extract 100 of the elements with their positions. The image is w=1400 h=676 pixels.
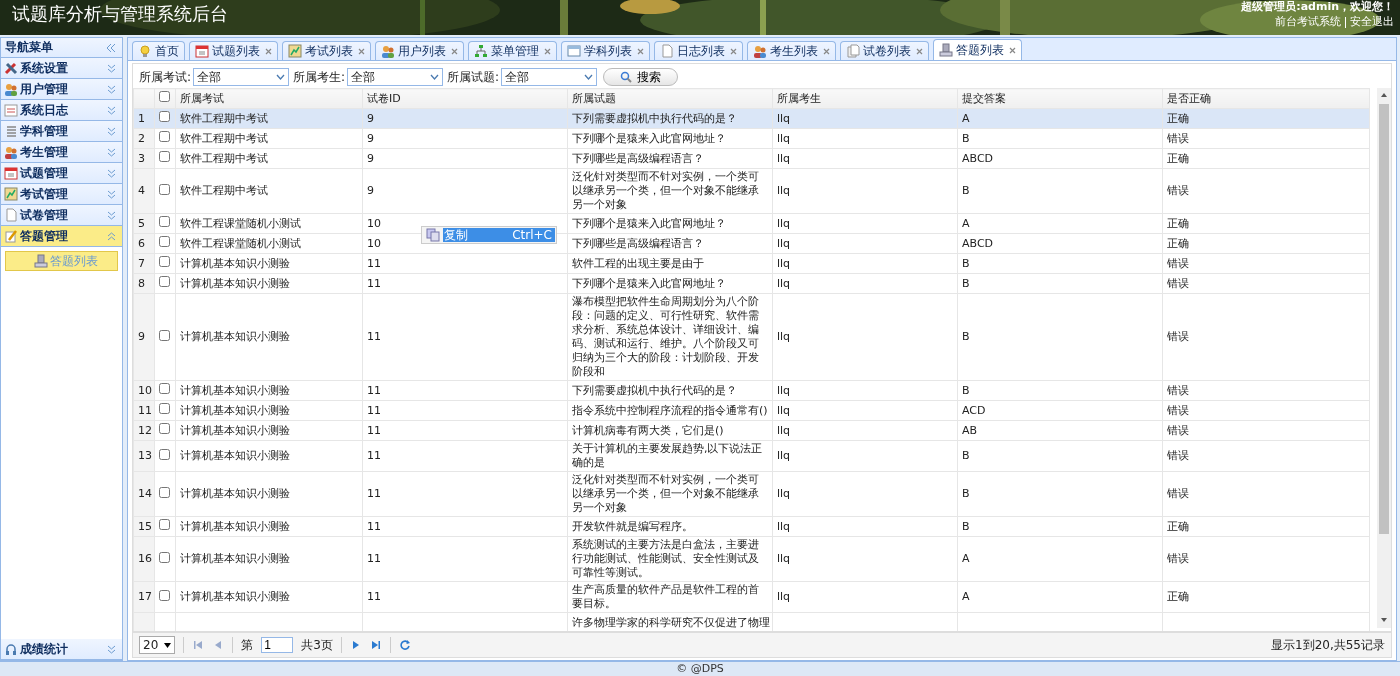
tab[interactable]: 考生列表 (747, 41, 836, 60)
table-cell: 下列哪个是猿来入此官网地址？ (567, 213, 773, 234)
menu-group[interactable]: 试卷管理 (1, 205, 122, 226)
row-checkbox[interactable] (159, 519, 170, 530)
expand-icon (107, 147, 116, 157)
header-link[interactable]: 安全退出 (1350, 14, 1394, 30)
row-checkbox[interactable] (159, 329, 170, 341)
row-number[interactable]: 6 (133, 233, 155, 254)
row-number[interactable]: 14 (133, 471, 155, 517)
row-checkbox[interactable] (159, 403, 170, 414)
tab[interactable]: 首页 (132, 41, 185, 60)
filter-label: 所属考试: (139, 68, 192, 86)
row-checkbox[interactable] (159, 216, 170, 227)
row-checkbox[interactable] (159, 131, 170, 142)
row-number[interactable]: 11 (133, 400, 155, 421)
users-icon (753, 44, 767, 58)
menu-group[interactable]: 试题管理 (1, 163, 122, 184)
tab[interactable]: 试卷列表 (840, 41, 929, 60)
tab[interactable]: 用户列表 (375, 41, 464, 60)
tab[interactable]: 考试列表 (282, 41, 371, 60)
table-cell: 泛化针对类型而不针对实例，一个类可以继承另一个类，但一个对象不能继承另一个对象 (567, 471, 773, 517)
row-checkbox[interactable] (159, 486, 170, 498)
tab[interactable]: 答题列表 (933, 39, 1022, 60)
header-link[interactable]: 前台考试系统 (1275, 14, 1341, 30)
row-number[interactable]: 10 (133, 380, 155, 401)
column-header[interactable]: 提交答案 (957, 88, 1163, 109)
row-number[interactable]: 3 (133, 148, 155, 169)
select-all-checkbox[interactable] (159, 91, 170, 102)
column-header[interactable]: 所属考生 (772, 88, 958, 109)
filter-dropdown[interactable]: 全部 (193, 68, 290, 86)
table-cell: A (957, 213, 1163, 234)
page-size-dropdown[interactable]: 20 (139, 636, 176, 654)
tools-icon (4, 61, 18, 75)
row-number[interactable]: 4 (133, 168, 155, 214)
search-button[interactable]: 搜索 (603, 68, 679, 86)
documents-icon (846, 44, 860, 58)
close-icon[interactable] (637, 47, 644, 55)
close-icon[interactable] (358, 47, 365, 55)
row-number[interactable]: 1 (133, 108, 155, 129)
row-number[interactable]: 15 (133, 516, 155, 537)
menu-group[interactable]: 成绩统计 (1, 639, 122, 660)
column-header[interactable]: 所属考试 (175, 88, 363, 109)
menu-group[interactable]: 考生管理 (1, 142, 122, 163)
menu-group[interactable]: 考试管理 (1, 184, 122, 205)
search-icon (620, 71, 633, 83)
caret-icon (164, 642, 172, 648)
row-checkbox[interactable] (159, 276, 170, 287)
close-icon[interactable] (451, 47, 458, 55)
filter-dropdown[interactable]: 全部 (347, 68, 444, 86)
row-number[interactable]: 17 (133, 581, 155, 613)
table-cell: 泛化针对类型而不针对实例，一个类可以继承另一个类，但一个对象不能继承另一个对象 (567, 168, 773, 214)
close-icon[interactable] (265, 47, 272, 55)
table-cell: 计算机基本知识小测验 (175, 536, 363, 582)
row-number[interactable]: 12 (133, 420, 155, 441)
column-header[interactable]: 所属试题 (567, 88, 773, 109)
row-number[interactable]: 13 (133, 440, 155, 472)
close-icon[interactable] (730, 47, 737, 55)
close-icon[interactable] (823, 47, 830, 55)
row-number[interactable]: 5 (133, 213, 155, 234)
row-checkbox[interactable] (159, 256, 170, 267)
stamp-icon (939, 43, 953, 57)
row-checkbox[interactable] (159, 236, 170, 247)
row-checkbox[interactable] (159, 383, 170, 394)
menu-group[interactable]: 系统日志 (1, 100, 122, 121)
row-checkbox[interactable] (159, 589, 170, 601)
menu-group[interactable]: 系统设置 (1, 58, 122, 79)
tab[interactable]: 试题列表 (189, 41, 278, 60)
last-page-icon[interactable] (369, 639, 382, 651)
table-cell: ACD (957, 400, 1163, 421)
close-icon[interactable] (916, 47, 923, 55)
row-checkbox[interactable] (159, 111, 170, 122)
filter-dropdown[interactable]: 全部 (501, 68, 598, 86)
table-cell: 错误 (1162, 420, 1370, 441)
menu-group[interactable]: 答题管理 (1, 226, 122, 247)
close-icon[interactable] (1009, 46, 1016, 54)
greeting-text: 超级管理员:admin，欢迎您！ (1241, 0, 1394, 14)
tab[interactable]: 菜单管理 (468, 41, 557, 60)
row-checkbox[interactable] (159, 183, 170, 195)
tab[interactable]: 日志列表 (654, 41, 743, 60)
row-number[interactable]: 16 (133, 536, 155, 582)
table-cell: 计算机基本知识小测验 (175, 273, 363, 294)
row-number[interactable]: 8 (133, 273, 155, 294)
column-header[interactable]: 是否正确 (1162, 88, 1370, 109)
row-number[interactable]: 7 (133, 253, 155, 274)
menu-group[interactable]: 用户管理 (1, 79, 122, 100)
refresh-icon[interactable] (398, 639, 411, 651)
close-icon[interactable] (544, 47, 551, 55)
stamp-icon (34, 254, 48, 268)
chevron-down-icon (430, 74, 440, 80)
menu-group[interactable]: 学科管理 (1, 121, 122, 142)
table-cell: B (957, 253, 1163, 274)
page-field[interactable]: 1 (261, 637, 294, 653)
row-number[interactable]: 2 (133, 128, 155, 149)
row-checkbox[interactable] (159, 551, 170, 563)
column-header[interactable]: 试卷ID (362, 88, 568, 109)
row-number[interactable]: 9 (133, 293, 155, 381)
row-checkbox[interactable] (159, 151, 170, 162)
row-checkbox[interactable] (159, 423, 170, 434)
row-checkbox[interactable] (159, 448, 170, 460)
tab[interactable]: 学科列表 (561, 41, 650, 60)
